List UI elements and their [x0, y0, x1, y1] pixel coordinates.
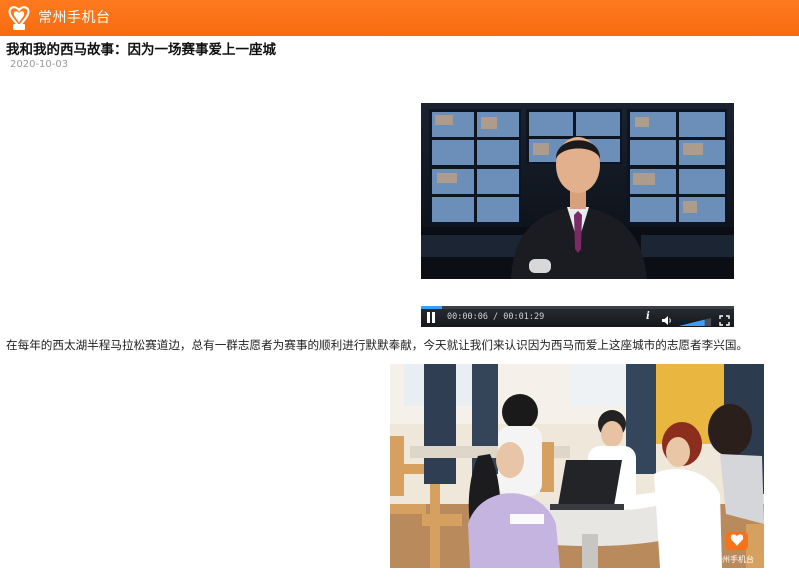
- time-display: 00:00:06 / 00:01:29: [447, 312, 545, 322]
- player-spacer: [421, 279, 734, 306]
- fullscreen-icon[interactable]: [719, 311, 730, 326]
- news-anchor-video-image: [421, 103, 734, 279]
- pause-icon[interactable]: [426, 312, 436, 323]
- video-controls: 00:00:06 / 00:01:29 i: [421, 306, 734, 327]
- article-paragraph: 在每年的西太湖半程马拉松赛道边，总有一群志愿者为赛事的顺利进行默默奉献，今天就让…: [6, 338, 749, 352]
- volunteers-photo: 常州手机台: [390, 364, 764, 568]
- progress-fill: [421, 306, 442, 309]
- volume-icon[interactable]: [661, 311, 673, 325]
- article-title: 我和我的西马故事：因为一场赛事爱上一座城: [6, 42, 276, 58]
- volume-slider[interactable]: [679, 312, 711, 326]
- info-icon[interactable]: i: [646, 311, 650, 322]
- video-frame[interactable]: [421, 103, 734, 279]
- students-study-photo: 常州手机台: [390, 364, 764, 568]
- top-bar: 常州手机台: [0, 0, 799, 36]
- flower-logo-icon[interactable]: [5, 4, 33, 32]
- publish-date: 2020-10-03: [10, 59, 69, 70]
- photo-watermark-text: 常州手机台: [714, 554, 754, 564]
- app-name[interactable]: 常州手机台: [38, 9, 111, 27]
- progress-bar[interactable]: [421, 306, 734, 309]
